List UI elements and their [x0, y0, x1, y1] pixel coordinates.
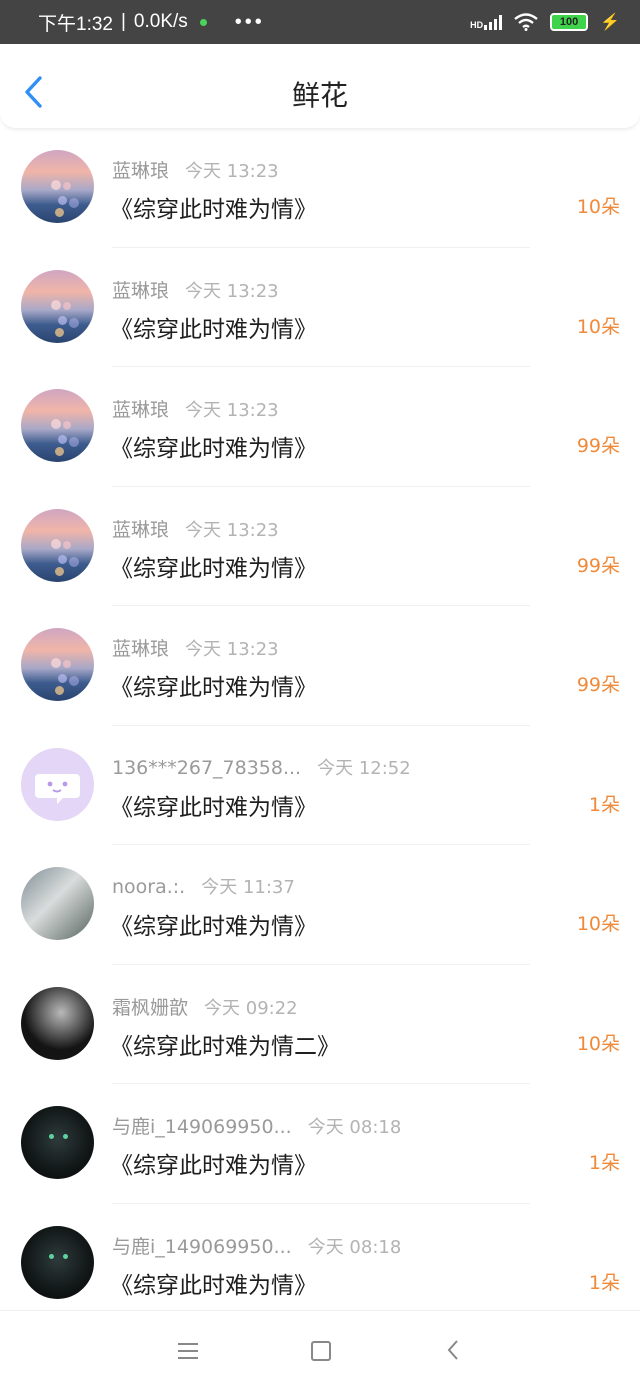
book-title[interactable]: 《综穿此时难为情》 [110, 310, 317, 344]
user-name[interactable]: 蓝琳琅 [112, 638, 169, 660]
charging-icon: ⚡ [600, 14, 620, 31]
avatar[interactable] [21, 747, 94, 821]
user-line: 蓝琳琅 今天 13:23 [112, 634, 279, 661]
avatar[interactable] [21, 150, 94, 223]
more-notifications-icon: ••• [234, 10, 265, 33]
timestamp: 今天 11:37 [201, 877, 295, 898]
status-left: 下午1:32 | 0.0K/s ••• [38, 9, 265, 36]
book-title[interactable]: 《综穿此时难为情》 [110, 1146, 317, 1180]
user-line: 蓝琳琅 今天 13:23 [112, 515, 279, 542]
user-name[interactable]: 蓝琳琅 [112, 160, 169, 182]
timestamp: 今天 09:22 [204, 997, 298, 1019]
avatar[interactable] [21, 1106, 94, 1179]
user-line: 蓝琳琅 今天 13:23 [112, 276, 279, 303]
list-item[interactable]: 蓝琳琅 今天 13:23 《综穿此时难为情》 99朵 [0, 487, 640, 606]
book-title[interactable]: 《综穿此时难为情二》 [110, 1027, 340, 1061]
page-header: 鲜花 [0, 44, 640, 129]
avatar[interactable] [21, 508, 94, 582]
list-item[interactable]: 霜枫姗歆 今天 09:22 《综穿此时难为情二》 10朵 [0, 965, 640, 1084]
user-name[interactable]: 霜枫姗歆 [112, 997, 188, 1019]
user-name[interactable]: 蓝琳琅 [112, 399, 169, 421]
flower-count: 10朵 [576, 315, 620, 338]
timestamp: 今天 13:23 [185, 400, 279, 421]
avatar[interactable] [21, 628, 94, 701]
default-avatar-icon [35, 773, 80, 804]
list-item[interactable]: 蓝琳琅 今天 13:23 《综穿此时难为情》 99朵 [0, 367, 640, 487]
avatar[interactable] [21, 867, 94, 940]
flower-count: 99朵 [576, 554, 620, 577]
avatar[interactable] [21, 269, 94, 343]
list-item[interactable]: 与鹿i_149069950... 今天 08:18 《综穿此时难为情》 1朵 [0, 1204, 640, 1324]
user-line: noora.:. 今天 11:37 [112, 873, 295, 899]
battery-level: 100 [559, 16, 579, 28]
flower-count: 1朵 [588, 1152, 620, 1174]
wifi-icon [514, 13, 538, 31]
book-title[interactable]: 《综穿此时难为情》 [110, 1266, 317, 1300]
battery-icon: 100 [550, 13, 589, 31]
user-name[interactable]: noora.:. [112, 876, 185, 898]
user-line: 与鹿i_149069950... 今天 08:18 [112, 1232, 401, 1259]
flower-count: 99朵 [576, 435, 620, 457]
avatar[interactable] [21, 389, 94, 462]
avatar[interactable] [21, 986, 94, 1060]
timestamp: 今天 12:52 [317, 757, 411, 779]
list-item[interactable]: 蓝琳琅 今天 13:23 《综穿此时难为情》 10朵 [0, 248, 640, 367]
timestamp: 今天 13:23 [185, 519, 279, 541]
book-title[interactable]: 《综穿此时难为情》 [110, 668, 317, 702]
home-icon[interactable] [311, 1341, 331, 1361]
list-item[interactable]: noora.:. 今天 11:37 《综穿此时难为情》 10朵 [0, 845, 640, 965]
system-nav-bar [0, 1310, 640, 1388]
book-title[interactable]: 《综穿此时难为情》 [110, 190, 317, 224]
flower-record-list: 蓝琳琅 今天 13:23 《综穿此时难为情》 10朵 蓝琳琅 今天 13:23 《综穿此时难… [0, 128, 640, 1323]
status-time: 下午1:32 [38, 13, 113, 35]
list-item[interactable]: 与鹿i_149069950... 今天 08:18 《综穿此时难为情》 1朵 [0, 1084, 640, 1204]
user-line: 蓝琳琅 今天 13:23 [112, 156, 279, 183]
flower-count: 99朵 [576, 674, 620, 696]
status-speed: 0.0K/s [133, 11, 188, 32]
timestamp: 今天 13:23 [185, 280, 279, 302]
list-item[interactable]: 136***267_78358... 今天 12:52 《综穿此时难为情》 1朵 [0, 726, 640, 845]
flower-count: 1朵 [588, 793, 620, 816]
book-title[interactable]: 《综穿此时难为情》 [110, 549, 317, 583]
timestamp: 今天 13:23 [185, 639, 279, 660]
menu-icon[interactable] [178, 1343, 198, 1359]
timestamp: 今天 08:18 [307, 1236, 402, 1258]
avatar[interactable] [21, 1225, 94, 1299]
user-line: 与鹿i_149069950... 今天 08:18 [112, 1112, 401, 1139]
page-title: 鲜花 [291, 79, 348, 112]
notification-dot-icon [199, 18, 207, 26]
user-name[interactable]: 蓝琳琅 [112, 280, 169, 302]
status-separator: | [120, 11, 126, 32]
flower-count: 10朵 [576, 1032, 620, 1055]
user-line: 蓝琳琅 今天 13:23 [112, 395, 279, 422]
status-bar: 下午1:32 | 0.0K/s ••• HD 100 ⚡ [0, 0, 640, 44]
book-title[interactable]: 《综穿此时难为情》 [110, 788, 317, 822]
flower-count: 10朵 [576, 913, 620, 935]
timestamp: 今天 08:18 [307, 1117, 402, 1138]
book-title[interactable]: 《综穿此时难为情》 [110, 429, 317, 463]
book-title[interactable]: 《综穿此时难为情》 [110, 907, 317, 941]
user-name[interactable]: 136***267_78358... [112, 757, 301, 779]
status-right: HD 100 ⚡ [470, 12, 620, 32]
flower-count: 1朵 [588, 1271, 620, 1294]
user-name[interactable]: 与鹿i_149069950... [112, 1116, 292, 1138]
flower-count: 10朵 [576, 196, 620, 218]
user-name[interactable]: 蓝琳琅 [112, 519, 169, 541]
timestamp: 今天 13:23 [185, 161, 279, 182]
signal-icon: HD [470, 14, 503, 30]
user-line: 136***267_78358... 今天 12:52 [112, 754, 411, 780]
user-name[interactable]: 与鹿i_149069950... [112, 1236, 292, 1258]
user-line: 霜枫姗歆 今天 09:22 [112, 993, 298, 1020]
back-icon[interactable] [446, 1339, 460, 1361]
hd-label: HD [470, 20, 484, 30]
list-item[interactable]: 蓝琳琅 今天 13:23 《综穿此时难为情》 10朵 [0, 128, 640, 248]
list-item[interactable]: 蓝琳琅 今天 13:23 《综穿此时难为情》 99朵 [0, 606, 640, 726]
